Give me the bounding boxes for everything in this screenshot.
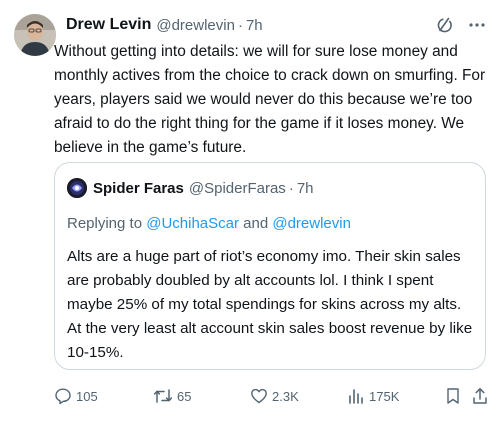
mention-link[interactable]: @UchihaScar bbox=[146, 215, 239, 232]
views-button[interactable]: 175K bbox=[347, 384, 399, 408]
retweet-icon bbox=[153, 387, 173, 405]
share-icon bbox=[472, 387, 488, 405]
quoted-user-handle[interactable]: @SpiderFaras bbox=[189, 180, 286, 197]
mention-link[interactable]: @drewlevin bbox=[272, 215, 351, 232]
quoted-tweet-text: Alts are a huge part of riot’s economy i… bbox=[67, 248, 473, 361]
quoted-display-name[interactable]: Spider Faras bbox=[93, 180, 184, 197]
like-button[interactable]: 2.3K bbox=[250, 384, 299, 408]
bookmark-icon bbox=[444, 387, 462, 405]
avatar-image bbox=[14, 14, 56, 56]
retweet-button[interactable]: 65 bbox=[153, 384, 191, 408]
quoted-tweet[interactable]: Spider Faras @SpiderFaras · 7h Replying … bbox=[54, 162, 486, 370]
user-handle[interactable]: @drewlevin bbox=[156, 17, 235, 34]
like-count: 2.3K bbox=[272, 388, 299, 404]
quoted-timestamp[interactable]: 7h bbox=[297, 180, 314, 197]
replying-to: Replying to @UchihaScar and @drewlevin bbox=[67, 215, 351, 232]
header-actions bbox=[436, 14, 486, 36]
reply-icon bbox=[54, 387, 72, 405]
heart-icon bbox=[250, 387, 268, 405]
quoted-avatar[interactable] bbox=[67, 178, 87, 198]
tweet[interactable]: Drew Levin @drewlevin · 7h Without getti… bbox=[0, 0, 500, 440]
bookmark-button[interactable] bbox=[444, 384, 462, 408]
grok-icon[interactable] bbox=[436, 16, 454, 34]
replying-prefix: Replying to bbox=[67, 215, 147, 232]
share-button[interactable] bbox=[472, 384, 488, 408]
tweet-header: Drew Levin @drewlevin · 7h bbox=[66, 14, 486, 36]
views-icon bbox=[347, 387, 365, 405]
timestamp[interactable]: 7h bbox=[246, 17, 263, 34]
avatar[interactable] bbox=[14, 14, 56, 56]
action-bar: 105 65 2.3K 175K bbox=[54, 384, 488, 408]
quoted-separator-dot: · bbox=[288, 179, 294, 197]
more-icon[interactable] bbox=[468, 16, 486, 34]
replying-and: and bbox=[238, 215, 273, 232]
reply-count: 105 bbox=[76, 388, 98, 404]
views-count: 175K bbox=[369, 388, 400, 404]
quoted-tweet-header: Spider Faras @SpiderFaras · 7h bbox=[67, 175, 314, 201]
retweet-count: 65 bbox=[177, 388, 192, 404]
reply-button[interactable]: 105 bbox=[54, 384, 98, 408]
display-name[interactable]: Drew Levin bbox=[66, 16, 151, 34]
tweet-text: Without getting into details: we will fo… bbox=[54, 43, 486, 156]
separator-dot: · bbox=[237, 16, 243, 34]
